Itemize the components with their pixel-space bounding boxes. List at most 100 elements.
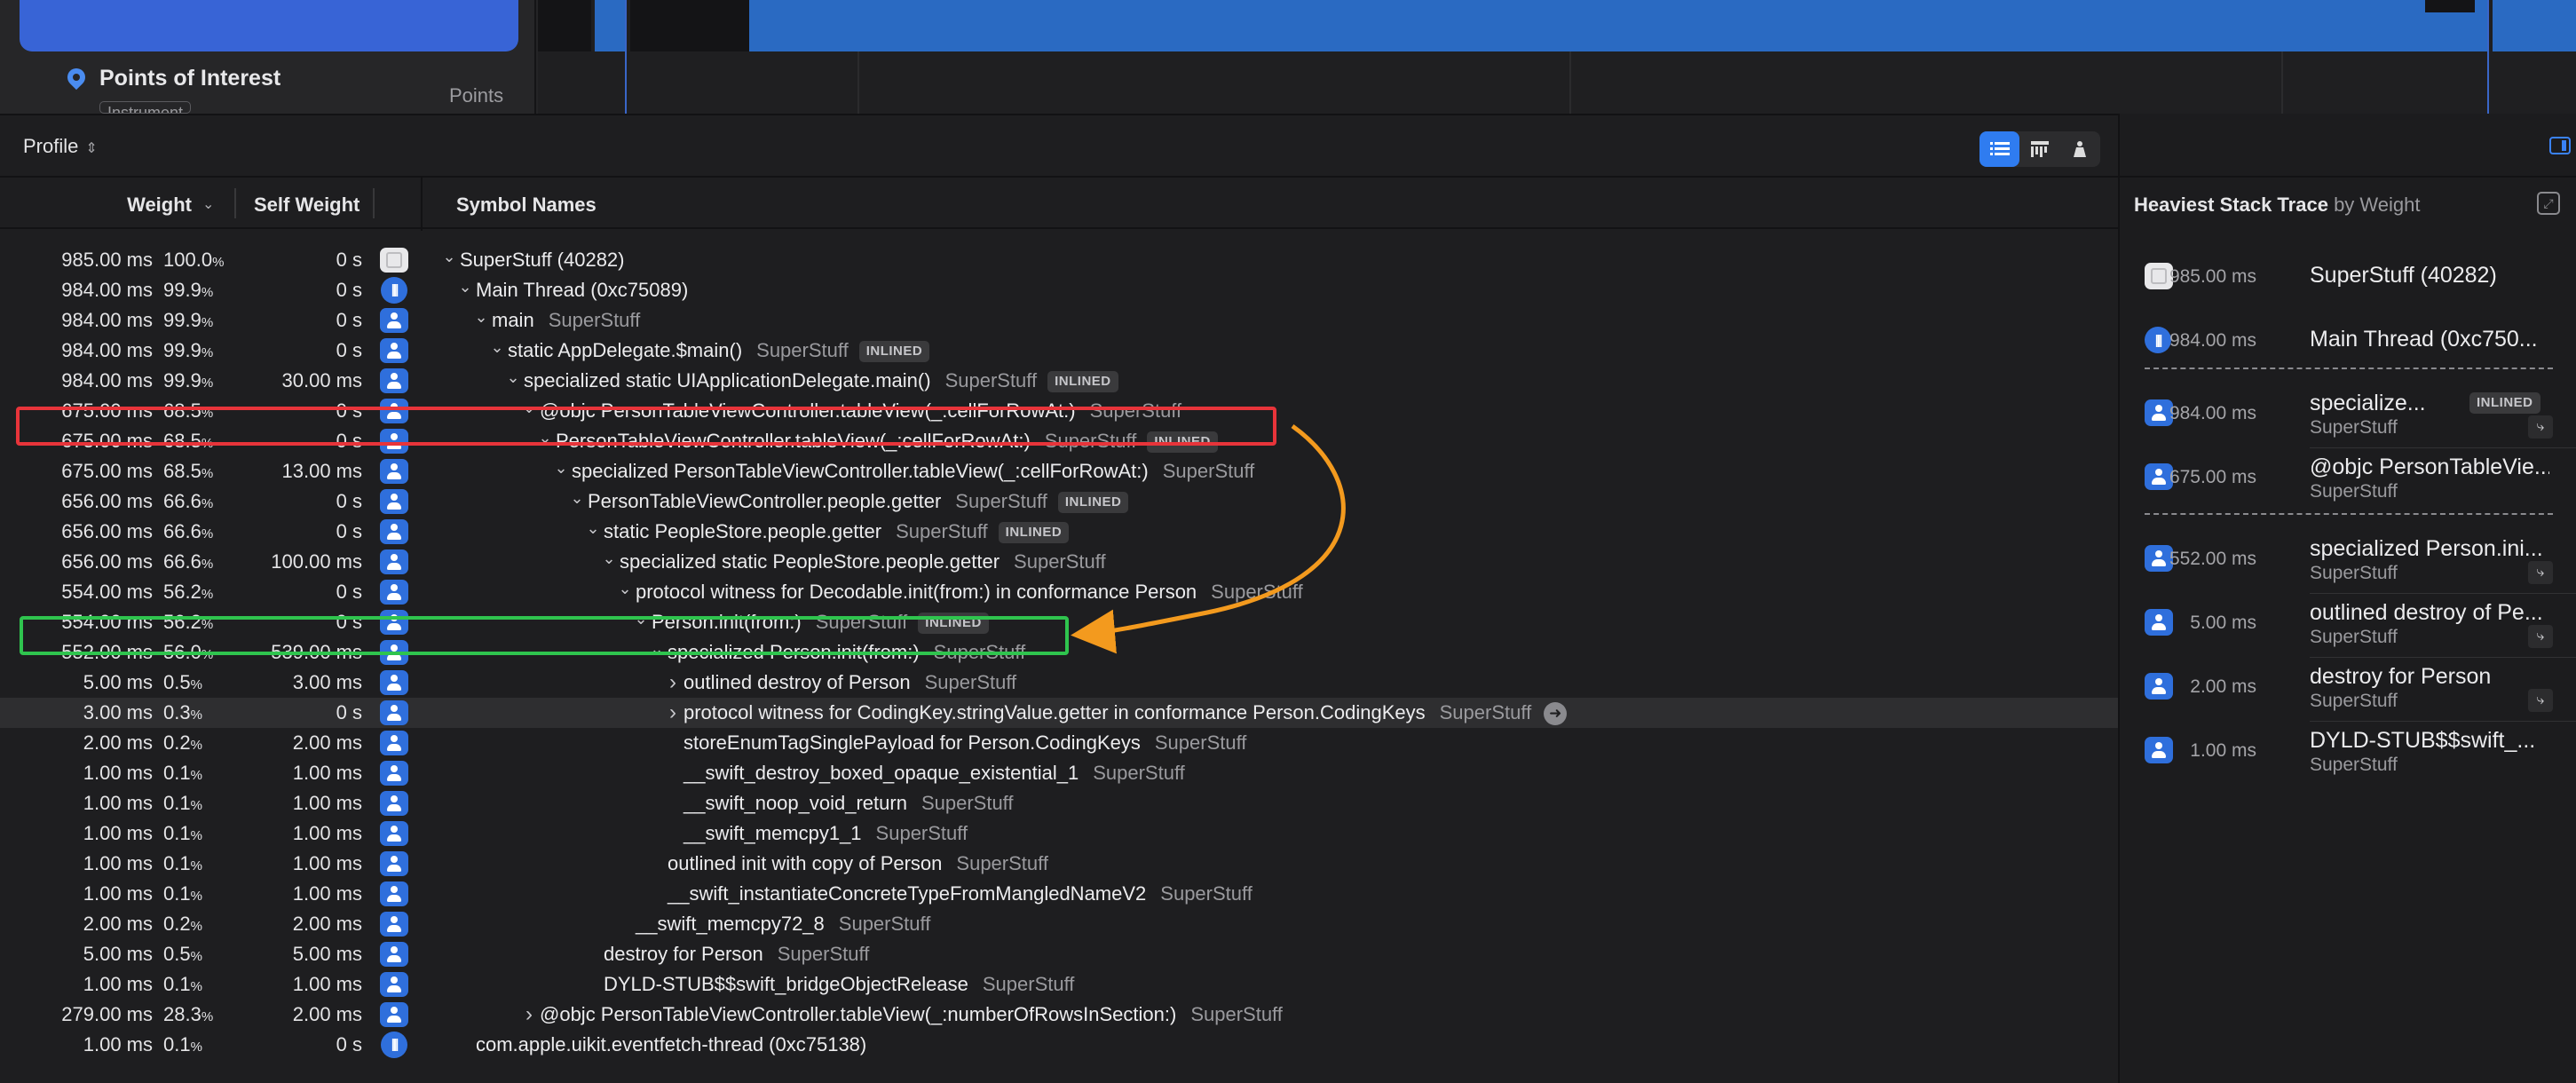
table-row[interactable]: 554.00 ms 56.2% 0 s ⌄ Person.init(from:) Supe… — [0, 607, 2118, 637]
table-row[interactable]: 552.00 ms 56.0% 539.00 ms ⌄ specialized Pers… — [0, 637, 2118, 668]
percent-sign: % — [190, 919, 202, 934]
table-row[interactable]: 554.00 ms 56.2% 0 s ⌄ protocol witness for D… — [0, 577, 2118, 607]
view-mode-segmented-control[interactable] — [1979, 131, 2100, 167]
disclosure-open-icon[interactable]: ⌄ — [616, 573, 634, 604]
sidebar-toggle-icon[interactable] — [2549, 137, 2571, 154]
weight-column-header[interactable]: Weight — [127, 194, 192, 217]
selection-start-line[interactable] — [625, 0, 627, 114]
weight-percent: 56.2% — [163, 607, 213, 640]
column-divider[interactable] — [373, 188, 375, 218]
row-separator — [2310, 447, 2576, 448]
sort-chevron-icon[interactable]: ⌄ — [202, 195, 214, 213]
jump-to-source-icon[interactable]: ⤷ — [2528, 689, 2553, 712]
weight-percent: 0.1% — [163, 969, 202, 1002]
expand-icon[interactable]: ⤢ — [2537, 192, 2560, 215]
weight-percent: 66.6% — [163, 517, 213, 549]
jump-to-source-icon[interactable]: ⤷ — [2528, 561, 2553, 584]
table-row[interactable]: 3.00 ms 0.3% 0 s › protocol witness for Codi… — [0, 698, 2118, 728]
table-row[interactable]: 675.00 ms 68.5% 0 s ⌄ @objc PersonTableViewC… — [0, 396, 2118, 426]
table-row[interactable]: 2.00 ms 0.2% 2.00 ms __swift_memcpy72_8 Supe… — [0, 909, 2118, 939]
column-divider[interactable] — [234, 188, 236, 218]
table-row[interactable]: 675.00 ms 68.5% 13.00 ms ⌄ specialized Perso… — [0, 456, 2118, 486]
inlined-badge: INLINED — [1147, 431, 1218, 454]
table-row[interactable]: 984.00 ms 99.9% 0 s ||| ⌄ Main Thread (0xc750… — [0, 275, 2118, 305]
track-header[interactable]: Points of Interest Instrument Points — [0, 0, 536, 114]
disclosure-closed-icon[interactable]: › — [520, 1000, 538, 1030]
disclosure-open-icon[interactable]: ⌄ — [488, 332, 506, 362]
disclosure-open-icon[interactable]: ⌄ — [536, 423, 554, 453]
percent-sign: % — [190, 677, 202, 692]
user-code-icon — [2145, 609, 2173, 636]
table-row[interactable]: 1.00 ms 0.1% 1.00 ms __swift_memcpy1_1 Super… — [0, 818, 2118, 849]
symbol-name: main SuperStuff — [492, 305, 640, 336]
table-row[interactable]: 1.00 ms 0.1% 1.00 ms outlined init with cop… — [0, 849, 2118, 879]
percent-sign: % — [201, 315, 214, 330]
disclosure-open-icon[interactable]: ⌄ — [648, 634, 666, 664]
table-row[interactable]: 984.00 ms 99.9% 0 s ⌄ static AppDelegate.$ma… — [0, 336, 2118, 366]
disclosure-open-icon[interactable]: ⌄ — [552, 453, 570, 483]
table-row[interactable]: 985.00 ms 100.0% 0 s ⌄ SuperStuff (40282) — [0, 245, 2118, 275]
disclosure-open-icon[interactable]: ⌄ — [504, 362, 522, 392]
disclosure-open-icon[interactable]: ⌄ — [456, 272, 474, 302]
jump-to-source-icon[interactable]: ⤷ — [2528, 415, 2553, 439]
table-row[interactable]: 5.00 ms 0.5% 5.00 ms destroy for Person Supe… — [0, 939, 2118, 969]
row-separator — [2310, 657, 2576, 658]
jump-to-source-icon[interactable]: ⤷ — [2528, 625, 2553, 648]
symbol-name: DYLD-STUB$$swift_bridgeObjectRelease Supe… — [604, 969, 1074, 1000]
self-weight-value: 0 s — [336, 339, 362, 361]
table-row[interactable]: 279.00 ms 28.3% 2.00 ms › @objc PersonTableV… — [0, 1000, 2118, 1030]
disclosure-open-icon[interactable]: ⌄ — [584, 513, 602, 543]
weight-percent: 68.5% — [163, 456, 213, 489]
disclosure-open-icon[interactable]: ⌄ — [520, 392, 538, 423]
table-row[interactable]: 656.00 ms 66.6% 0 s ⌄ PersonTableViewControl… — [0, 486, 2118, 517]
row-separator — [2310, 721, 2576, 722]
percent-sign: % — [190, 738, 202, 753]
grid-line — [2281, 51, 2283, 114]
symbol-text: __swift_memcpy1_1 — [684, 822, 862, 844]
table-row[interactable]: 1.00 ms 0.1% 1.00 ms __swift_instantiateCon… — [0, 879, 2118, 909]
heaviest-icon[interactable] — [2059, 131, 2099, 167]
symbol-text: __swift_noop_void_return — [684, 792, 907, 814]
flame-graph-icon[interactable] — [2019, 131, 2059, 167]
table-row[interactable]: 984.00 ms 99.9% 0 s ⌄ main SuperStuff — [0, 305, 2118, 336]
weight-percent-value: 0.3 — [163, 701, 191, 723]
user-code-icon — [380, 308, 408, 333]
table-row[interactable]: 675.00 ms 68.5% 0 s ⌄ PersonTableViewControl… — [0, 426, 2118, 456]
disclosure-open-icon[interactable]: ⌄ — [568, 483, 586, 513]
weight-percent-value: 56.2 — [163, 581, 201, 603]
table-row[interactable]: 1.00 ms 0.1% 1.00 ms __swift_noop_void_retu… — [0, 788, 2118, 818]
percent-sign: % — [201, 345, 214, 360]
call-tree-icon[interactable] — [1979, 131, 2019, 167]
percent-sign: % — [201, 375, 214, 391]
disclosure-open-icon[interactable]: ⌄ — [472, 302, 490, 332]
symbol-names-column-header[interactable]: Symbol Names — [456, 194, 597, 217]
self-weight-value: 0 s — [336, 581, 362, 603]
symbol-text: DYLD-STUB$$swift_bridgeObjectRelease — [604, 973, 968, 995]
timeline-track[interactable] — [538, 0, 2576, 114]
table-row[interactable]: 5.00 ms 0.5% 3.00 ms › outlined destroy of P… — [0, 668, 2118, 698]
disclosure-closed-icon[interactable]: › — [664, 698, 682, 728]
self-weight-value: 0 s — [336, 430, 362, 452]
weight-value: 552.00 ms — [61, 641, 153, 663]
user-code-icon — [380, 972, 408, 997]
inlined-badge: INLINED — [2469, 392, 2540, 414]
table-row[interactable]: 2.00 ms 0.2% 2.00 ms storeEnumTagSinglePayl… — [0, 728, 2118, 758]
table-row[interactable]: 1.00 ms 0.1% 0 s ||| com.apple.uikit.eventfe… — [0, 1030, 2118, 1060]
focus-arrow-icon[interactable]: ➜ — [1544, 702, 1568, 726]
disclosure-open-icon[interactable]: ⌄ — [440, 241, 458, 272]
self-weight-column-header[interactable]: Self Weight — [254, 194, 360, 217]
disclosure-open-icon[interactable]: ⌄ — [632, 604, 650, 634]
profile-dropdown[interactable]: Profile ⇕ — [23, 135, 98, 158]
user-code-icon — [2145, 737, 2173, 763]
percent-sign: % — [201, 647, 214, 662]
disclosure-open-icon[interactable]: ⌄ — [600, 543, 618, 573]
frame-weight: 552.00 ms — [2169, 549, 2256, 569]
table-row[interactable]: 656.00 ms 66.6% 0 s ⌄ static PeopleStore.peo… — [0, 517, 2118, 547]
selection-end-line[interactable] — [2487, 0, 2489, 114]
table-row[interactable]: 1.00 ms 0.1% 1.00 ms DYLD-STUB$$swift_bridg… — [0, 969, 2118, 1000]
table-row[interactable]: 1.00 ms 0.1% 1.00 ms __swift_destroy_boxed_… — [0, 758, 2118, 788]
disclosure-closed-icon[interactable]: › — [664, 668, 682, 698]
table-row[interactable]: 656.00 ms 66.6% 100.00 ms ⌄ specialized stat… — [0, 547, 2118, 577]
thread-icon: ||| — [381, 277, 407, 304]
table-row[interactable]: 984.00 ms 99.9% 30.00 ms ⌄ specialized stati… — [0, 366, 2118, 396]
